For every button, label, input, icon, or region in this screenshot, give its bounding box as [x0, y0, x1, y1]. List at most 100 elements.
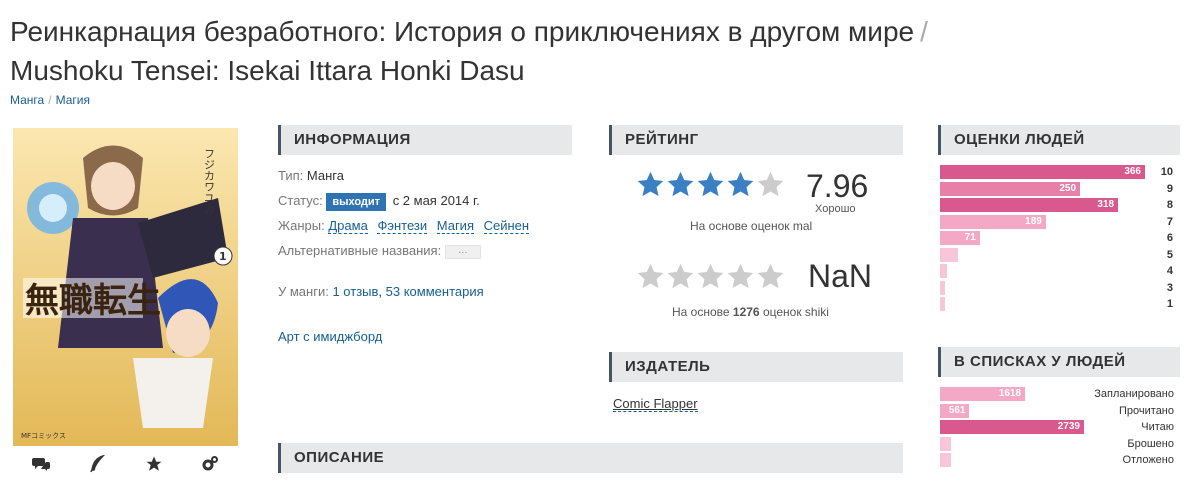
list-bar-value-2: 561 — [948, 404, 966, 416]
shiki-score: NaN — [808, 258, 873, 294]
list-bar-1[interactable]: 1618 — [940, 387, 1026, 401]
info-genres-label: Жанры: — [278, 218, 325, 233]
list-row-4: Брошено — [940, 436, 1180, 453]
breadcrumb-separator: / — [48, 93, 52, 107]
settings-gears-icon[interactable] — [190, 455, 230, 478]
score-bar-value-4: 189 — [1025, 215, 1042, 227]
status-date: с 2 мая 2014 г. — [392, 193, 480, 208]
mal-star-icon-4 — [727, 171, 754, 197]
score-row-8: 3 — [940, 280, 1180, 297]
score-bar-label-7: 4 — [1166, 265, 1173, 277]
alt-names-expand-button[interactable]: … — [444, 244, 481, 259]
score-bar-label-6: 5 — [1166, 248, 1173, 261]
genre-drama[interactable]: Драма — [328, 218, 368, 234]
shiki-star-icon-3 — [697, 263, 724, 289]
rating-header: РЕЙТИНГ — [609, 125, 903, 155]
shiki-star-icon-4 — [727, 263, 754, 289]
mal-star-icon-2 — [667, 171, 694, 197]
publisher-header: ИЗДАТЕЛЬ — [609, 352, 903, 382]
list-bar-2[interactable]: 561 — [940, 403, 970, 418]
list-bar-value-3: 2739 — [1057, 421, 1080, 432]
shiki-rating-stars — [636, 262, 785, 290]
score-bar-2[interactable]: 250 — [940, 181, 1081, 196]
links-comma: , — [378, 284, 386, 299]
shiki-star-icon-1 — [637, 263, 664, 289]
score-row-3: 318 8 — [940, 197, 1180, 214]
description-header: ОПИСАНИЕ — [278, 443, 903, 473]
genre-seinen[interactable]: Сейнен — [483, 218, 530, 234]
favorite-star-icon[interactable] — [134, 455, 174, 478]
page-title: Реинкарнация безработного: История о при… — [10, 12, 1180, 90]
shiki-star-icon-5 — [757, 263, 784, 289]
review-quill-icon[interactable] — [77, 453, 117, 478]
reviews-link[interactable]: 1 отзыв — [332, 284, 378, 299]
info-type-value: Манга — [306, 168, 344, 183]
title-ru: Реинкарнация безработного: История о при… — [10, 16, 915, 47]
breadcrumb: Манга / Магия — [10, 93, 90, 107]
imageboard-art-link[interactable]: Арт с имиджборд — [278, 329, 382, 344]
score-bar-value-3: 318 — [1097, 199, 1115, 210]
list-row-5: Отложено — [940, 452, 1180, 469]
score-bar-label-9: 1 — [1166, 298, 1173, 310]
info-genres: Жанры: Драма Фэнтези Магия Сейнен — [278, 218, 535, 234]
shiki-note: На основе 1276 оценок shiki — [672, 305, 829, 319]
cover-publisher-mark: MFコミックス — [21, 432, 66, 440]
publisher-link[interactable]: Comic Flapper — [613, 396, 698, 412]
shiki-count: 1276 — [732, 305, 760, 319]
list-bar-5[interactable] — [940, 453, 951, 467]
list-bar-3[interactable]: 2739 — [940, 420, 1084, 434]
comments-link[interactable]: 53 комментария — [386, 284, 484, 299]
score-bar-value-5: 71 — [964, 232, 976, 243]
score-row-5: 71 6 — [940, 230, 1180, 247]
score-row-4: 189 7 — [940, 214, 1180, 231]
list-row-3: 2739 Читаю — [940, 419, 1180, 436]
scores-chart: 366 10 250 9 318 8 189 7 71 6 5 4 3 1 — [940, 164, 1180, 313]
list-row-2: 561 Прочитано — [940, 403, 1180, 420]
score-bar-6[interactable] — [940, 247, 959, 262]
mal-star-icon-5 — [757, 171, 784, 197]
score-bar-label-4: 7 — [1166, 215, 1173, 228]
list-bar-4[interactable] — [940, 436, 951, 451]
title-romaji: Mushoku Tensei: Isekai Ittara Honki Dasu — [10, 55, 525, 86]
mal-score-word: Хорошо — [815, 203, 856, 215]
score-bar-value-2: 250 — [1059, 182, 1077, 194]
status-badge: выходит — [326, 193, 387, 211]
info-art: Арт с имиджборд — [278, 329, 382, 344]
score-row-7: 4 — [940, 263, 1180, 280]
score-bar-label-3: 8 — [1166, 199, 1173, 211]
info-alt-names: Альтернативные названия: … — [278, 243, 481, 259]
genre-fantasy[interactable]: Фэнтези — [377, 218, 428, 234]
score-bar-9[interactable] — [940, 297, 946, 311]
shiki-note-prefix: На основе — [672, 305, 730, 319]
score-bar-5[interactable]: 71 — [940, 231, 980, 245]
comments-icon[interactable] — [21, 456, 61, 477]
mal-star-icon-3 — [697, 171, 724, 197]
mal-star-icon-1 — [637, 171, 664, 197]
cover-image[interactable]: 無職転生 フジカワユカ 1 MFコミックス — [13, 128, 238, 446]
score-bar-4[interactable]: 189 — [940, 214, 1046, 229]
score-bar-7[interactable] — [940, 264, 947, 278]
lists-chart: 1618 Запланировано 561 Прочитано 2739 Читаю Бр… — [940, 386, 1180, 469]
list-bar-label-1: Запланировано — [1094, 388, 1174, 400]
score-bar-1[interactable]: 366 — [940, 165, 1145, 179]
score-row-6: 5 — [940, 247, 1180, 264]
score-bar-8[interactable] — [940, 280, 946, 295]
shiki-star-icon-2 — [667, 263, 694, 289]
genre-magic[interactable]: Магия — [436, 218, 474, 234]
cover-title-jp: 無職転生 — [25, 281, 161, 321]
breadcrumb-manga[interactable]: Манга — [10, 93, 44, 107]
score-bar-3[interactable]: 318 — [940, 198, 1119, 212]
shiki-note-suffix: оценок shiki — [762, 305, 829, 319]
info-status-label: Статус: — [278, 193, 323, 208]
list-bar-label-2: Прочитано — [1119, 404, 1174, 417]
poster-actions — [13, 453, 238, 478]
score-row-9: 1 — [940, 296, 1180, 313]
cover-illustration: 無職転生 フジカワユカ 1 MFコミックス — [13, 128, 238, 446]
score-row-1: 366 10 — [940, 164, 1180, 181]
mal-rating-stars — [636, 170, 785, 198]
lists-header: В СПИСКАХ У ЛЮДЕЙ — [938, 347, 1180, 377]
mal-note: На основе оценок mal — [690, 219, 813, 233]
info-header: ИНФОРМАЦИЯ — [278, 125, 572, 155]
list-row-1: 1618 Запланировано — [940, 386, 1180, 403]
breadcrumb-magic[interactable]: Магия — [56, 93, 90, 107]
